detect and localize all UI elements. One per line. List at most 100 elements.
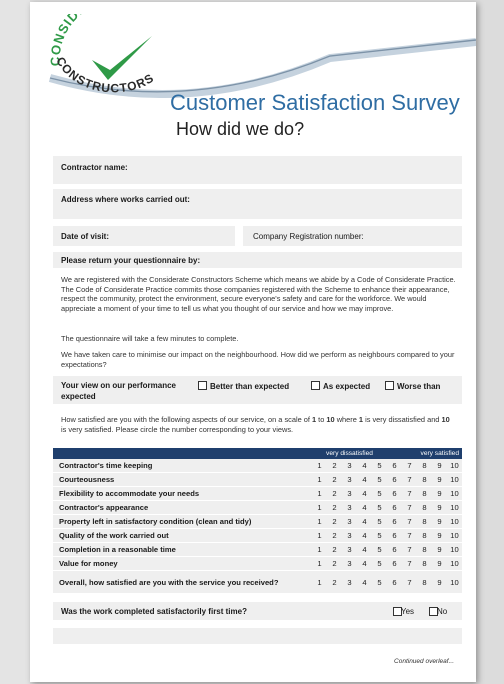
rating-score-option[interactable]: 2	[327, 515, 342, 528]
rating-score-option[interactable]: 7	[402, 459, 417, 472]
rating-score-option[interactable]: 10	[447, 557, 462, 570]
rating-score-option[interactable]: 3	[342, 501, 357, 514]
rating-score-option[interactable]: 7	[402, 557, 417, 570]
rating-score-option[interactable]: 3	[342, 529, 357, 542]
rating-score-option[interactable]: 7	[402, 473, 417, 486]
rating-score-option[interactable]: 1	[312, 515, 327, 528]
rating-score-option[interactable]: 4	[357, 557, 372, 570]
rating-score-option[interactable]: 3	[342, 487, 357, 500]
rating-score-option[interactable]: 8	[417, 473, 432, 486]
rating-score-option[interactable]: 1	[312, 529, 327, 542]
rating-score-option[interactable]: 5	[372, 459, 387, 472]
rating-score-option[interactable]: 10	[447, 515, 462, 528]
rating-score-option[interactable]: 6	[387, 487, 402, 500]
rating-item-label: Flexibility to accommodate your needs	[59, 489, 200, 498]
option-better[interactable]: Better than expected	[198, 381, 289, 391]
rating-score-option[interactable]: 3	[342, 473, 357, 486]
rating-score-option[interactable]: 4	[357, 473, 372, 486]
rating-score-option[interactable]: 9	[432, 529, 447, 542]
rating-score-option[interactable]: 4	[357, 459, 372, 472]
rating-score-option[interactable]: 5	[372, 557, 387, 570]
rating-score-option[interactable]: 9	[432, 571, 447, 593]
rating-score-option[interactable]: 2	[327, 571, 342, 593]
rating-score-option[interactable]: 9	[432, 543, 447, 556]
rating-score-option[interactable]: 4	[357, 571, 372, 593]
rating-score-option[interactable]: 2	[327, 543, 342, 556]
rating-score-option[interactable]: 10	[447, 459, 462, 472]
rating-score-option[interactable]: 9	[432, 501, 447, 514]
rating-score-option[interactable]: 6	[387, 543, 402, 556]
rating-score-option[interactable]: 6	[387, 529, 402, 542]
checkbox-icon[interactable]	[311, 381, 320, 390]
rating-score-option[interactable]: 7	[402, 543, 417, 556]
rating-score-option[interactable]: 5	[372, 473, 387, 486]
rating-score-option[interactable]: 3	[342, 515, 357, 528]
rating-score-option[interactable]: 7	[402, 529, 417, 542]
rating-score-option[interactable]: 3	[342, 571, 357, 593]
rating-score-option[interactable]: 4	[357, 529, 372, 542]
rating-score-option[interactable]: 8	[417, 459, 432, 472]
rating-score-option[interactable]: 8	[417, 557, 432, 570]
rating-score-option[interactable]: 2	[327, 459, 342, 472]
rating-score-option[interactable]: 8	[417, 487, 432, 500]
rating-score-option[interactable]: 8	[417, 529, 432, 542]
rating-score-option[interactable]: 5	[372, 529, 387, 542]
rating-score-option[interactable]: 9	[432, 487, 447, 500]
rating-score-option[interactable]: 2	[327, 473, 342, 486]
rating-score-option[interactable]: 3	[342, 459, 357, 472]
rating-score-option[interactable]: 10	[447, 543, 462, 556]
rating-score-option[interactable]: 6	[387, 515, 402, 528]
rating-score-option[interactable]: 5	[372, 515, 387, 528]
rating-score-option[interactable]: 10	[447, 571, 462, 593]
rating-score-option[interactable]: 4	[357, 515, 372, 528]
rating-score-option[interactable]: 3	[342, 543, 357, 556]
option-as-expected[interactable]: As expected	[311, 381, 370, 391]
checkbox-icon[interactable]	[385, 381, 394, 390]
rating-score-option[interactable]: 7	[402, 571, 417, 593]
rating-score-option[interactable]: 2	[327, 487, 342, 500]
rating-score-option[interactable]: 9	[432, 459, 447, 472]
rating-score-option[interactable]: 6	[387, 459, 402, 472]
rating-score-option[interactable]: 6	[387, 557, 402, 570]
rating-score-option[interactable]: 8	[417, 543, 432, 556]
rating-score-option[interactable]: 5	[372, 543, 387, 556]
yes-option[interactable]: Yes	[393, 607, 414, 617]
rating-score-option[interactable]: 1	[312, 571, 327, 593]
rating-score-option[interactable]: 4	[357, 487, 372, 500]
rating-score-option[interactable]: 2	[327, 501, 342, 514]
rating-score-option[interactable]: 6	[387, 501, 402, 514]
rating-score-option[interactable]: 9	[432, 473, 447, 486]
rating-score-option[interactable]: 5	[372, 487, 387, 500]
rating-score-option[interactable]: 1	[312, 557, 327, 570]
rating-score-option[interactable]: 1	[312, 487, 327, 500]
rating-score-option[interactable]: 1	[312, 459, 327, 472]
rating-score-option[interactable]: 10	[447, 501, 462, 514]
rating-score-option[interactable]: 7	[402, 501, 417, 514]
rating-score-option[interactable]: 3	[342, 557, 357, 570]
rating-score-option[interactable]: 6	[387, 571, 402, 593]
option-worse[interactable]: Worse than	[385, 381, 440, 391]
rating-score-option[interactable]: 4	[357, 543, 372, 556]
rating-row: Flexibility to accommodate your needs 1 2 3…	[53, 487, 462, 500]
rating-score-option[interactable]: 1	[312, 543, 327, 556]
rating-score-option[interactable]: 8	[417, 571, 432, 593]
no-option[interactable]: No	[429, 607, 447, 617]
rating-score-option[interactable]: 2	[327, 557, 342, 570]
rating-score-option[interactable]: 9	[432, 557, 447, 570]
rating-score-option[interactable]: 8	[417, 501, 432, 514]
rating-score-option[interactable]: 9	[432, 515, 447, 528]
checkbox-icon[interactable]	[198, 381, 207, 390]
rating-score-option[interactable]: 2	[327, 529, 342, 542]
rating-score-option[interactable]: 7	[402, 515, 417, 528]
rating-score-option[interactable]: 10	[447, 487, 462, 500]
rating-score-option[interactable]: 5	[372, 571, 387, 593]
rating-score-option[interactable]: 1	[312, 473, 327, 486]
rating-score-option[interactable]: 6	[387, 473, 402, 486]
rating-score-option[interactable]: 10	[447, 473, 462, 486]
rating-score-option[interactable]: 10	[447, 529, 462, 542]
rating-score-option[interactable]: 1	[312, 501, 327, 514]
rating-score-option[interactable]: 8	[417, 515, 432, 528]
rating-score-option[interactable]: 5	[372, 501, 387, 514]
rating-score-option[interactable]: 4	[357, 501, 372, 514]
rating-score-option[interactable]: 7	[402, 487, 417, 500]
